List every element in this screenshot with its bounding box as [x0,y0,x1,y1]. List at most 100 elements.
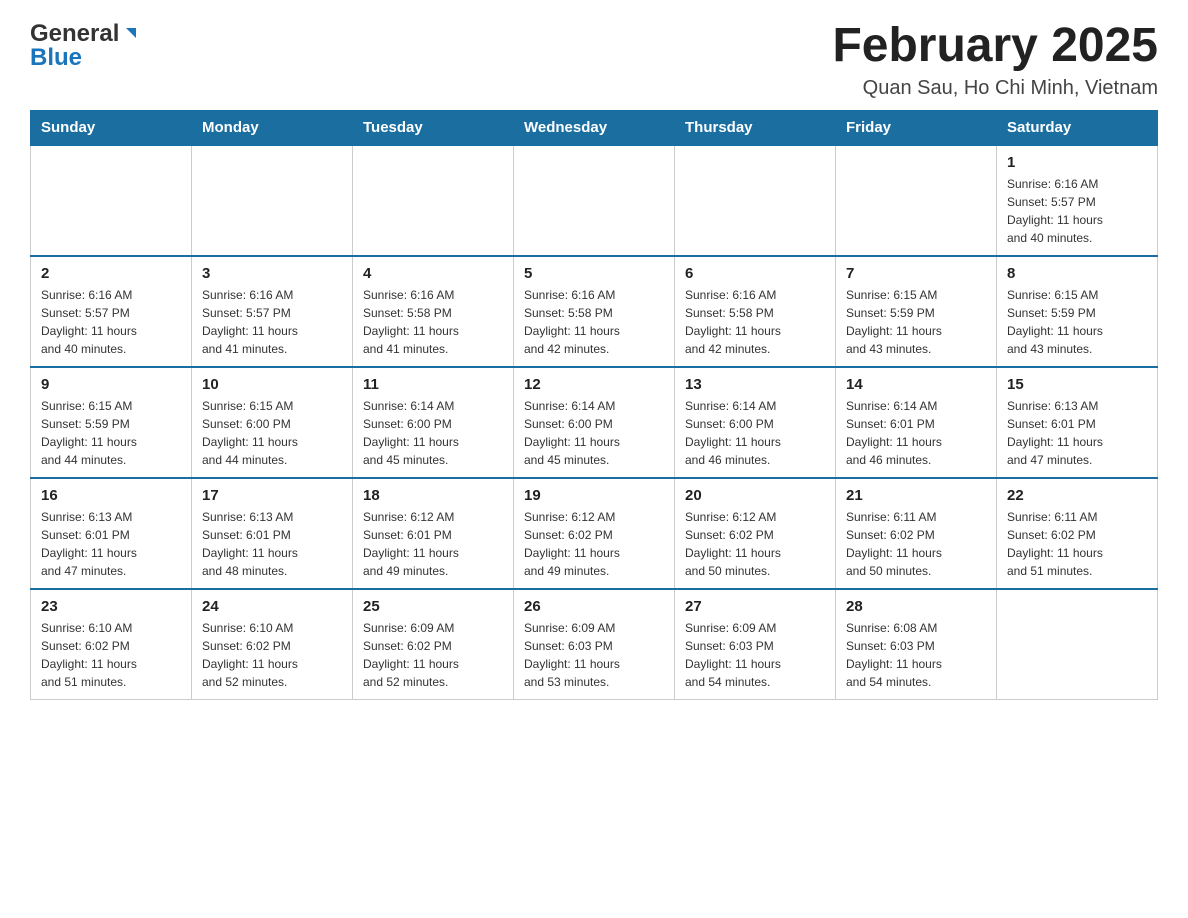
calendar-week-row: 9 Sunrise: 6:15 AMSunset: 5:59 PMDaylight… [31,367,1158,478]
day-number: 10 [202,376,342,393]
weekday-header-friday: Friday [836,110,997,145]
title-block: February 2025 Quan Sau, Ho Chi Minh, Vie… [832,20,1158,100]
day-number: 16 [41,487,181,504]
day-info: Sunrise: 6:12 AMSunset: 6:02 PMDaylight:… [685,508,825,580]
day-info: Sunrise: 6:14 AMSunset: 6:00 PMDaylight:… [524,397,664,469]
day-number: 25 [363,598,503,615]
weekday-header-saturday: Saturday [997,110,1158,145]
calendar-cell [514,145,675,256]
calendar-cell: 12 Sunrise: 6:14 AMSunset: 6:00 PMDayligh… [514,367,675,478]
day-info: Sunrise: 6:16 AMSunset: 5:58 PMDaylight:… [524,286,664,358]
day-info: Sunrise: 6:16 AMSunset: 5:57 PMDaylight:… [202,286,342,358]
calendar-cell: 8 Sunrise: 6:15 AMSunset: 5:59 PMDaylight… [997,256,1158,367]
day-info: Sunrise: 6:16 AMSunset: 5:57 PMDaylight:… [1007,175,1147,247]
day-number: 11 [363,376,503,393]
calendar-cell: 27 Sunrise: 6:09 AMSunset: 6:03 PMDayligh… [675,589,836,700]
calendar-cell: 18 Sunrise: 6:12 AMSunset: 6:01 PMDayligh… [353,478,514,589]
day-number: 22 [1007,487,1147,504]
weekday-header-tuesday: Tuesday [353,110,514,145]
day-info: Sunrise: 6:12 AMSunset: 6:02 PMDaylight:… [524,508,664,580]
day-number: 12 [524,376,664,393]
day-number: 8 [1007,265,1147,282]
calendar-subtitle: Quan Sau, Ho Chi Minh, Vietnam [832,77,1158,100]
weekday-header-row: SundayMondayTuesdayWednesdayThursdayFrid… [31,110,1158,145]
weekday-header-wednesday: Wednesday [514,110,675,145]
calendar-cell: 1 Sunrise: 6:16 AMSunset: 5:57 PMDaylight… [997,145,1158,256]
day-info: Sunrise: 6:09 AMSunset: 6:03 PMDaylight:… [685,619,825,691]
calendar-cell: 11 Sunrise: 6:14 AMSunset: 6:00 PMDayligh… [353,367,514,478]
calendar-header: SundayMondayTuesdayWednesdayThursdayFrid… [31,110,1158,145]
day-number: 7 [846,265,986,282]
calendar-week-row: 23 Sunrise: 6:10 AMSunset: 6:02 PMDayligh… [31,589,1158,700]
day-number: 24 [202,598,342,615]
day-number: 4 [363,265,503,282]
calendar-cell: 10Sunrise: 6:15 AMSunset: 6:00 PMDayligh… [192,367,353,478]
calendar-cell: 22 Sunrise: 6:11 AMSunset: 6:02 PMDayligh… [997,478,1158,589]
page-header: General Blue February 2025 Quan Sau, Ho … [30,20,1158,100]
calendar-cell: 21Sunrise: 6:11 AMSunset: 6:02 PMDayligh… [836,478,997,589]
day-info: Sunrise: 6:10 AMSunset: 6:02 PMDaylight:… [202,619,342,691]
calendar-title: February 2025 [832,20,1158,73]
logo-blue-text: Blue [30,44,82,72]
day-info: Sunrise: 6:16 AMSunset: 5:58 PMDaylight:… [363,286,503,358]
calendar-cell: 4 Sunrise: 6:16 AMSunset: 5:58 PMDaylight… [353,256,514,367]
day-info: Sunrise: 6:08 AMSunset: 6:03 PMDaylight:… [846,619,986,691]
day-info: Sunrise: 6:13 AMSunset: 6:01 PMDaylight:… [1007,397,1147,469]
calendar-cell: 17 Sunrise: 6:13 AMSunset: 6:01 PMDayligh… [192,478,353,589]
weekday-header-thursday: Thursday [675,110,836,145]
day-info: Sunrise: 6:13 AMSunset: 6:01 PMDaylight:… [202,508,342,580]
calendar-cell: 2 Sunrise: 6:16 AMSunset: 5:57 PMDaylight… [31,256,192,367]
calendar-cell: 26Sunrise: 6:09 AMSunset: 6:03 PMDayligh… [514,589,675,700]
calendar-cell [353,145,514,256]
day-number: 14 [846,376,986,393]
day-number: 23 [41,598,181,615]
day-number: 17 [202,487,342,504]
calendar-week-row: 16 Sunrise: 6:13 AMSunset: 6:01 PMDayligh… [31,478,1158,589]
calendar-cell: 20 Sunrise: 6:12 AMSunset: 6:02 PMDayligh… [675,478,836,589]
calendar-cell: 7 Sunrise: 6:15 AMSunset: 5:59 PMDaylight… [836,256,997,367]
calendar-cell [192,145,353,256]
day-info: Sunrise: 6:15 AMSunset: 5:59 PMDaylight:… [1007,286,1147,358]
day-number: 28 [846,598,986,615]
day-number: 9 [41,376,181,393]
day-number: 1 [1007,154,1147,171]
day-info: Sunrise: 6:16 AMSunset: 5:57 PMDaylight:… [41,286,181,358]
day-number: 5 [524,265,664,282]
day-info: Sunrise: 6:14 AMSunset: 6:00 PMDaylight:… [685,397,825,469]
day-number: 2 [41,265,181,282]
weekday-header-monday: Monday [192,110,353,145]
day-info: Sunrise: 6:12 AMSunset: 6:01 PMDaylight:… [363,508,503,580]
calendar-cell: 3Sunrise: 6:16 AMSunset: 5:57 PMDaylight… [192,256,353,367]
calendar-table: SundayMondayTuesdayWednesdayThursdayFrid… [30,110,1158,700]
calendar-cell: 25Sunrise: 6:09 AMSunset: 6:02 PMDayligh… [353,589,514,700]
calendar-cell: 23 Sunrise: 6:10 AMSunset: 6:02 PMDayligh… [31,589,192,700]
logo: General Blue [30,20,140,72]
calendar-cell: 9 Sunrise: 6:15 AMSunset: 5:59 PMDaylight… [31,367,192,478]
day-info: Sunrise: 6:16 AMSunset: 5:58 PMDaylight:… [685,286,825,358]
calendar-cell: 14Sunrise: 6:14 AMSunset: 6:01 PMDayligh… [836,367,997,478]
day-info: Sunrise: 6:09 AMSunset: 6:03 PMDaylight:… [524,619,664,691]
day-number: 13 [685,376,825,393]
day-number: 18 [363,487,503,504]
calendar-cell: 6Sunrise: 6:16 AMSunset: 5:58 PMDaylight… [675,256,836,367]
day-info: Sunrise: 6:11 AMSunset: 6:02 PMDaylight:… [1007,508,1147,580]
day-info: Sunrise: 6:15 AMSunset: 5:59 PMDaylight:… [846,286,986,358]
day-number: 21 [846,487,986,504]
day-info: Sunrise: 6:14 AMSunset: 6:00 PMDaylight:… [363,397,503,469]
logo-triangle-icon [122,24,140,47]
calendar-cell: 13 Sunrise: 6:14 AMSunset: 6:00 PMDayligh… [675,367,836,478]
calendar-cell [997,589,1158,700]
day-info: Sunrise: 6:10 AMSunset: 6:02 PMDaylight:… [41,619,181,691]
calendar-body: 1 Sunrise: 6:16 AMSunset: 5:57 PMDaylight… [31,145,1158,700]
calendar-cell: 19 Sunrise: 6:12 AMSunset: 6:02 PMDayligh… [514,478,675,589]
day-number: 27 [685,598,825,615]
day-info: Sunrise: 6:15 AMSunset: 5:59 PMDaylight:… [41,397,181,469]
day-number: 20 [685,487,825,504]
day-number: 19 [524,487,664,504]
calendar-cell [675,145,836,256]
calendar-cell: 28 Sunrise: 6:08 AMSunset: 6:03 PMDayligh… [836,589,997,700]
calendar-week-row: 2 Sunrise: 6:16 AMSunset: 5:57 PMDaylight… [31,256,1158,367]
calendar-cell: 16 Sunrise: 6:13 AMSunset: 6:01 PMDayligh… [31,478,192,589]
day-info: Sunrise: 6:13 AMSunset: 6:01 PMDaylight:… [41,508,181,580]
weekday-header-sunday: Sunday [31,110,192,145]
